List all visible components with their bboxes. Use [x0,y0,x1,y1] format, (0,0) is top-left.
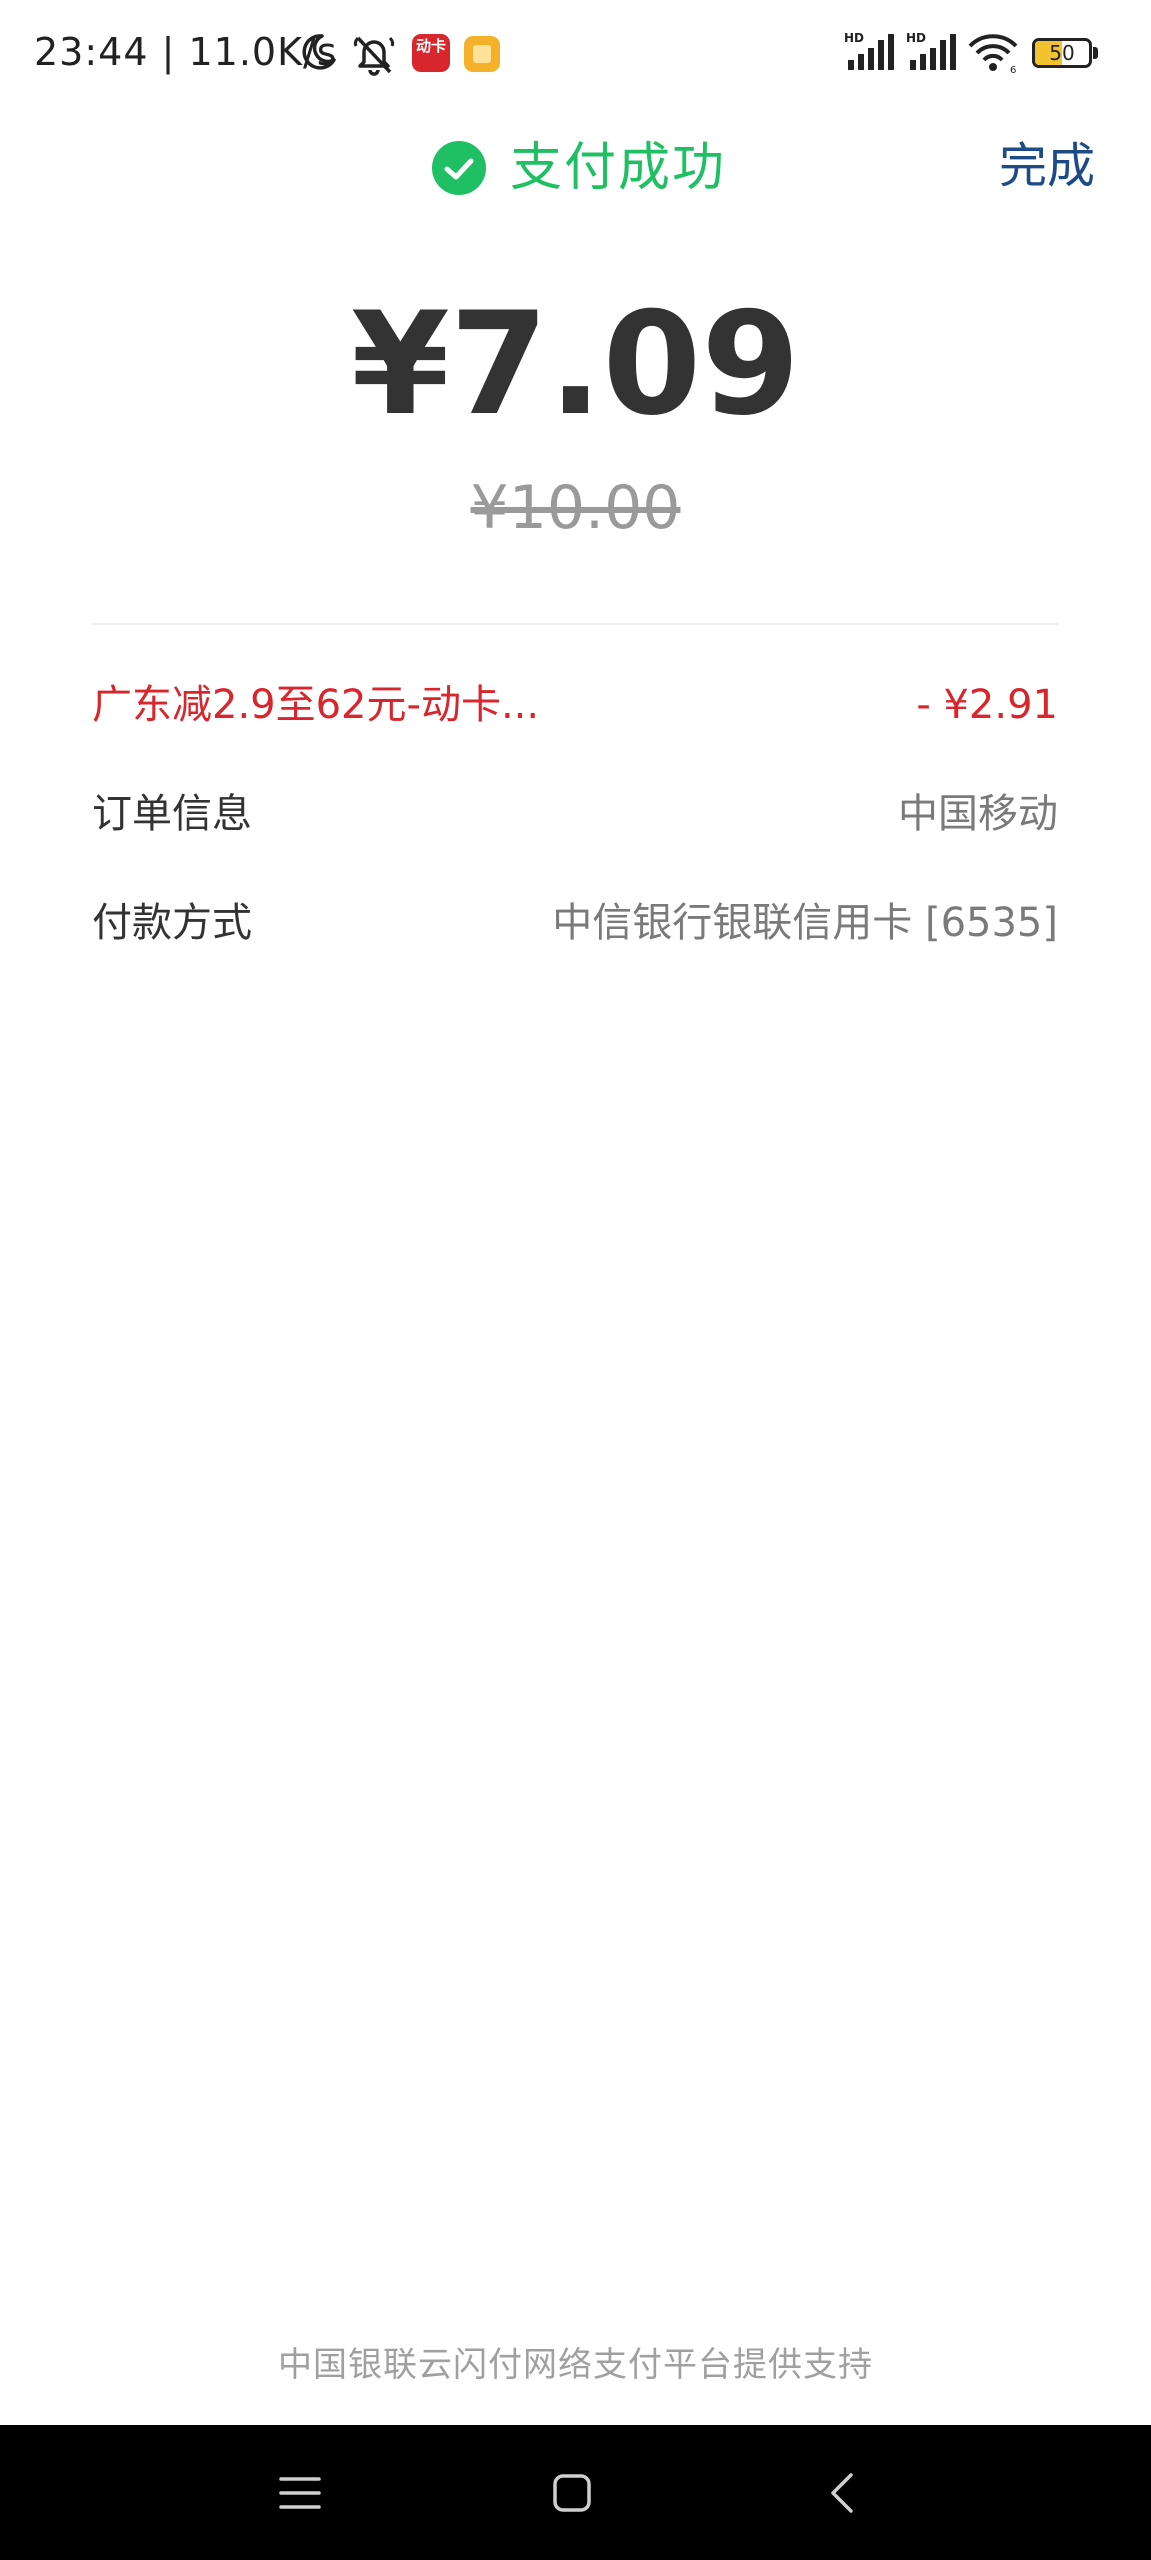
svg-text:6: 6 [1010,65,1016,74]
svg-text:HD: HD [844,31,864,45]
home-icon [553,2473,591,2512]
home-button[interactable] [512,2425,632,2560]
menu-button[interactable] [240,2425,360,2560]
battery-icon: 50 [1032,38,1098,68]
battery-level: 50 [1049,41,1075,65]
order-info-row: 订单信息 中国移动 [92,784,1058,844]
payment-status: 支付成功 [432,140,726,196]
battery-tip [1093,47,1098,59]
moon-icon [302,34,336,70]
status-bar: 23:44 | 11.0K/s 动卡 HD HD 6 50 [0,0,1151,110]
discount-row: 广东减2.9至62元-动卡... - ¥2.91 [92,675,1058,735]
menu-icon [279,2476,321,2509]
footer-note: 中国银联云闪付网络支付平台提供支持 [278,2345,873,2385]
check-circle-icon [432,141,486,195]
payment-method-value: 中信银行银联信用卡 [6535] [552,900,1058,946]
back-button[interactable] [782,2425,902,2560]
discount-value: - ¥2.91 [916,682,1058,728]
app-icon-orange [464,36,500,72]
original-amount: ¥10.00 [470,473,681,543]
paid-amount: ¥7.09 [350,282,801,447]
system-nav-bar [0,2425,1151,2560]
back-icon [831,2472,853,2513]
wifi-icon: 6 [968,34,1018,74]
hd-signal-icon: HD [844,31,894,70]
mute-icon [353,36,395,76]
order-info-label: 订单信息 [92,791,252,837]
divider [92,623,1058,625]
done-button[interactable]: 完成 [999,134,1095,198]
app-icon-red: 动卡 [412,34,450,72]
payment-method-row: 付款方式 中信银行银联信用卡 [6535] [92,893,1058,953]
hd-signal-icon: HD [906,31,956,70]
order-info-value: 中国移动 [898,791,1058,837]
payment-success-text: 支付成功 [510,138,727,198]
status-time-speed: 23:44 | 11.0K/s [34,30,338,74]
payment-method-label: 付款方式 [92,900,252,946]
app-badge-text: 动卡 [415,37,446,55]
header: 支付成功 完成 [0,120,1151,210]
discount-label: 广东减2.9至62元-动卡... [92,682,540,728]
svg-text:HD: HD [906,31,926,45]
